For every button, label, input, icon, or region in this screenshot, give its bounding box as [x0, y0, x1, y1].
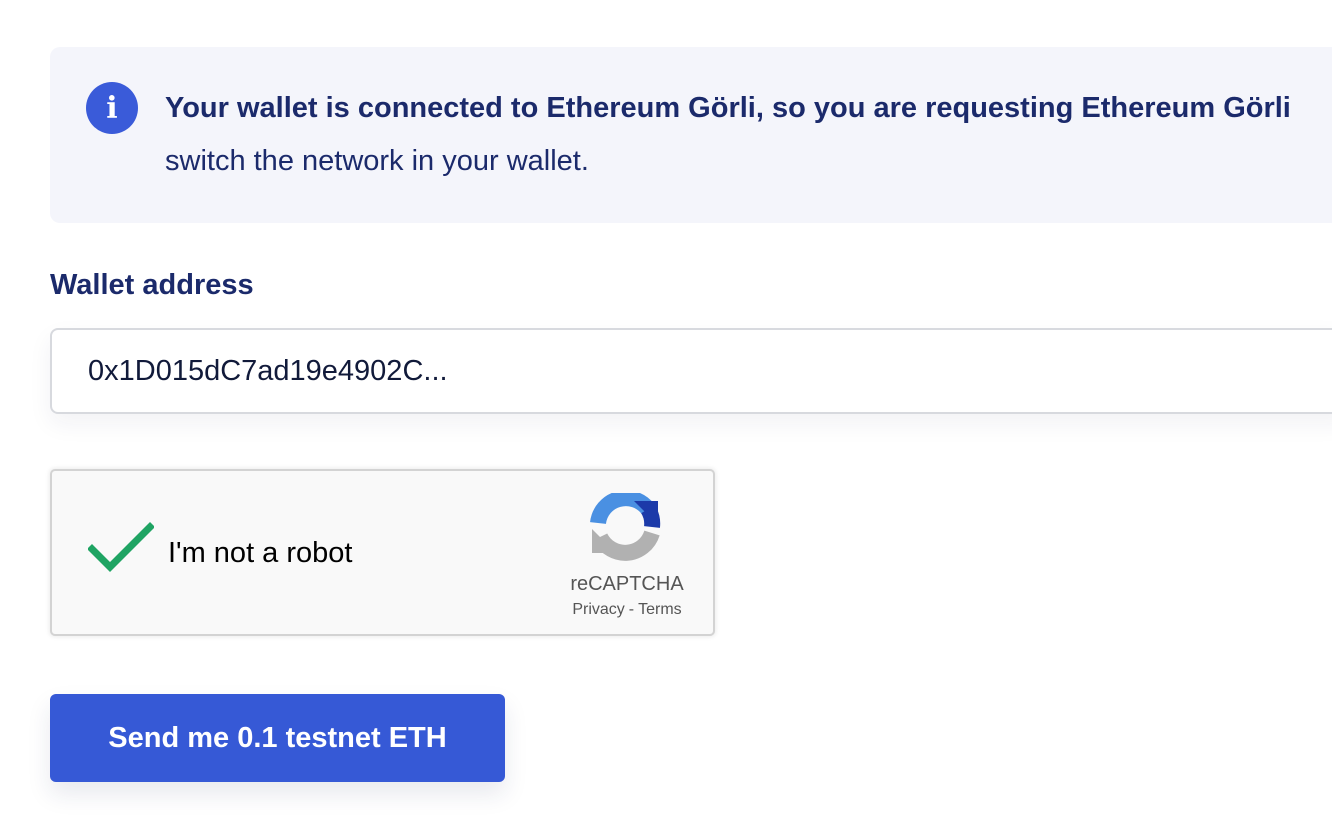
recaptcha-widget: I'm not a robot reCAPTCHA Privacy - Terms — [50, 469, 715, 636]
not-a-robot-label: I'm not a robot — [168, 537, 353, 569]
faucet-form: i Your wallet is connected to Ethereum G… — [0, 0, 1332, 840]
checkmark-icon[interactable] — [88, 521, 154, 573]
recaptcha-logo-icon — [590, 493, 661, 561]
recaptcha-brand: reCAPTCHA — [570, 573, 684, 595]
recaptcha-links: Privacy - Terms — [552, 601, 702, 619]
wallet-address-input[interactable]: 0x1D015dC7ad19e4902C... — [50, 328, 1332, 414]
wallet-address-label: Wallet address — [50, 269, 254, 301]
info-message-line-1: Your wallet is connected to Ethereum Gör… — [165, 92, 1291, 124]
info-banner — [50, 47, 1332, 223]
info-icon: i — [86, 82, 138, 134]
privacy-link[interactable]: Privacy — [572, 601, 624, 618]
link-separator: - — [628, 601, 635, 618]
info-message-line-2: switch the network in your wallet. — [165, 145, 589, 177]
send-eth-button[interactable]: Send me 0.1 testnet ETH — [50, 694, 505, 782]
wallet-address-value: 0x1D015dC7ad19e4902C... — [88, 354, 448, 387]
terms-link[interactable]: Terms — [638, 601, 682, 618]
info-icon-glyph: i — [106, 90, 118, 126]
